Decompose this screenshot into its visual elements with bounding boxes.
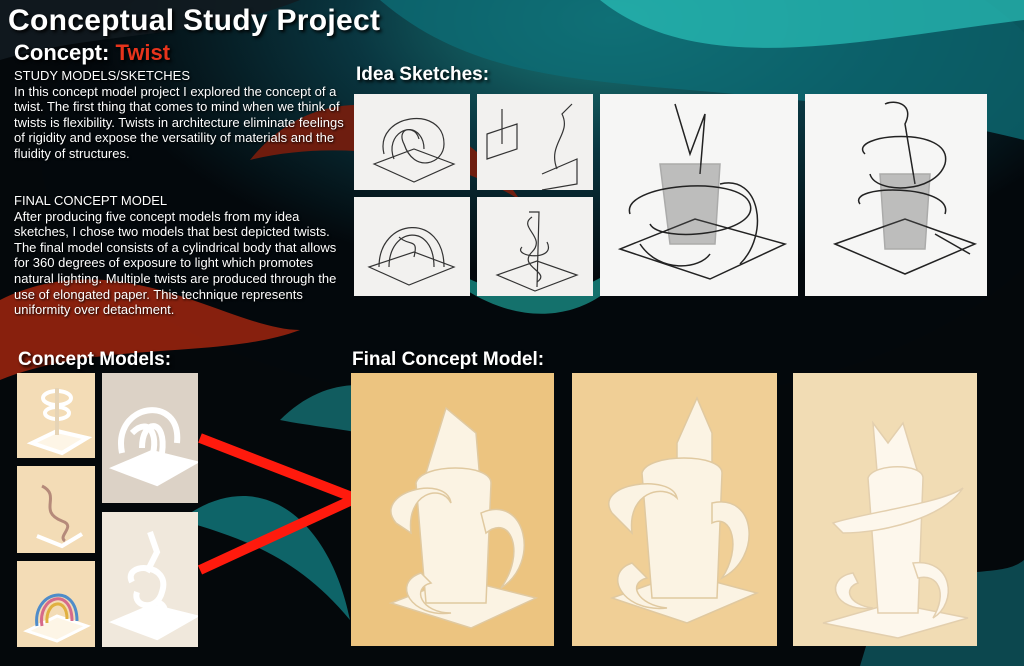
final-heading: FINAL CONCEPT MODEL <box>14 193 168 208</box>
concept-model-photo-5 <box>102 512 198 647</box>
study-paragraph: In this concept model project I explored… <box>14 83 344 161</box>
final-model-photo-1 <box>351 373 554 646</box>
concept-word: Twist <box>115 40 171 65</box>
final-model-photo-2 <box>572 373 777 646</box>
concept-model-photo-4 <box>102 373 198 503</box>
study-heading: STUDY MODELS/SKETCHES <box>14 68 191 83</box>
final-model-photo-3 <box>793 373 977 646</box>
concept-models-heading: Concept Models: <box>18 349 172 370</box>
concept-prefix: Concept: <box>14 40 116 65</box>
final-text-block: FINAL CONCEPT MODEL After producing five… <box>14 193 344 318</box>
sketch-image-1 <box>354 94 470 190</box>
concept-model-photo-2 <box>17 466 95 553</box>
sketch-image-2 <box>477 94 593 190</box>
concept-heading: Concept: Twist <box>14 40 170 66</box>
final-concept-model-heading: Final Concept Model: <box>352 349 545 370</box>
sketch-image-5 <box>600 94 798 296</box>
sketch-image-6 <box>805 94 987 296</box>
idea-sketches-heading: Idea Sketches: <box>356 64 490 85</box>
final-paragraph: After producing five concept models from… <box>14 208 337 318</box>
sketch-image-3 <box>354 197 470 296</box>
poster-title: Conceptual Study Project <box>8 4 381 37</box>
sketch-image-4 <box>477 197 593 296</box>
concept-model-photo-1 <box>17 373 95 458</box>
connector-line-bottom <box>197 495 355 575</box>
study-text-block: STUDY MODELS/SKETCHES In this concept mo… <box>14 68 344 162</box>
concept-model-photo-3 <box>17 561 95 647</box>
connector-line-top <box>198 433 354 502</box>
